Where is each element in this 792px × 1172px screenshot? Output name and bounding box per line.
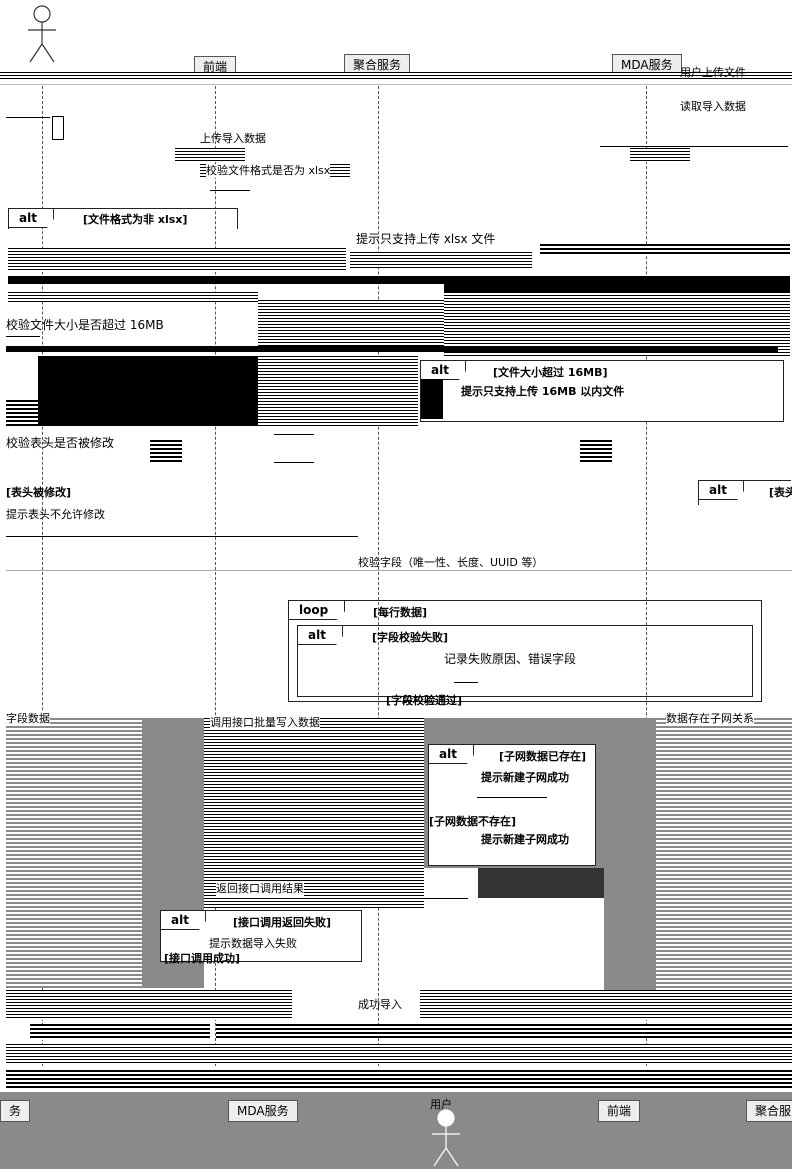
participant-bottom-1: MDA服务 (228, 1100, 298, 1122)
note-top-right-1: 用户上传文件 (680, 66, 746, 79)
msg-check-fields: 校验字段（唯一性、长度、UUID 等） (358, 556, 544, 569)
alt-fragment-field: alt [字段校验失败] 记录失败原因、错误字段 [字段校验通过] (297, 625, 753, 707)
msg-tip-child-exists: 提示新建子网成功 (481, 771, 569, 784)
header-band (0, 72, 792, 80)
msg-tip-header: 提示表头不允许修改 (6, 508, 105, 521)
alt-fragment-header-right: alt [表头 (698, 480, 792, 505)
guard-field-ok: [字段校验通过] (386, 694, 463, 707)
actor-bottom (426, 1108, 466, 1168)
msg-upload: 上传导入数据 (200, 132, 266, 145)
msg-record-fail: 记录失败原因、错误字段 (444, 652, 577, 666)
guard-header-left: [表头被修改] (6, 486, 72, 499)
participant-bottom-3: 聚合服 (746, 1100, 792, 1122)
actor-top (22, 4, 62, 66)
msg-import-success: 成功导入 (358, 998, 402, 1011)
note-row-left: 字段数据 (6, 712, 50, 726)
gray-band-left (6, 718, 142, 988)
msg-check-format: 校验文件格式是否为 xlsx (206, 164, 331, 178)
alt-fragment-format: alt [文件格式为非 xlsx] (8, 208, 238, 229)
guard-child-else: [子网数据不存在] (429, 815, 517, 828)
alt-fragment-child: alt [子网数据已存在] 提示新建子网成功 [子网数据不存在] 提示新建子网成… (428, 744, 596, 866)
msg-check-size: 校验文件大小是否超过 16MB (6, 318, 164, 332)
alt-fragment-size: alt [文件大小超过 16MB] 提示只支持上传 16MB 以内文件 (420, 360, 784, 422)
participant-bottom-0: 务 (0, 1100, 31, 1122)
msg-check-header: 校验表头是否被修改 (6, 436, 115, 450)
msg-call-interface: 调用接口批量写入数据 (210, 716, 320, 730)
participant-bottom-2: 前端 (598, 1100, 641, 1122)
msg-tip-child-new: 提示新建子网成功 (481, 833, 569, 846)
msg-tip-size: 提示只支持上传 16MB 以内文件 (461, 385, 625, 398)
loop-fragment-rows: loop [每行数据] alt [字段校验失败] 记录失败原因、错误字段 [字段… (288, 600, 762, 707)
footer-band (0, 1092, 792, 1169)
msg-tip-import-fail: 提示数据导入失败 (209, 937, 297, 950)
actor-figure-icon (28, 5, 56, 63)
note-row-right: 数据存在子网关系 (666, 712, 754, 726)
actor-figure-bottom-icon (432, 1109, 460, 1167)
activation-user (52, 116, 64, 140)
msg-tip-xlsx: 提示只支持上传 xlsx 文件 (356, 232, 496, 246)
guard-interface-else: [接口调用成功] (164, 952, 241, 965)
msg-interface-result: 返回接口调用结果 (216, 882, 304, 896)
note-top-right-2: 读取导入数据 (680, 100, 746, 113)
